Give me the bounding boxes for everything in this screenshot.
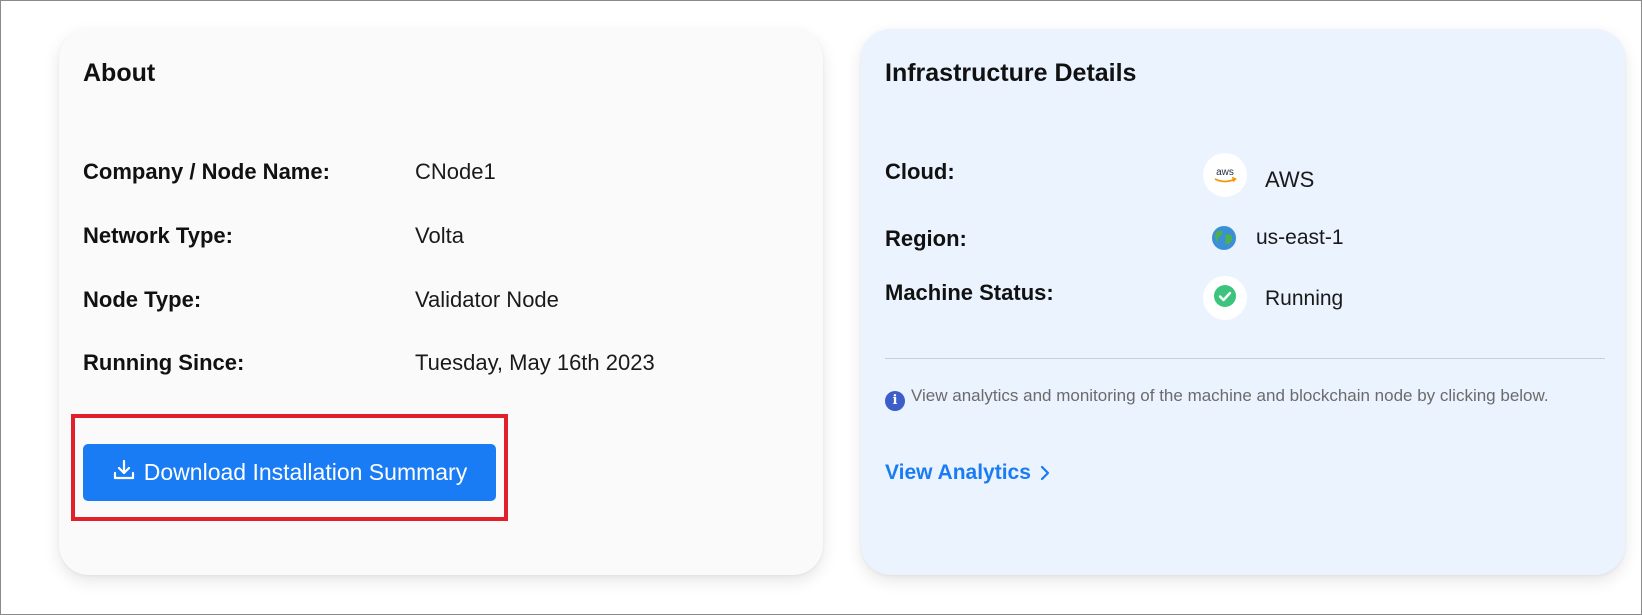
analytics-info-text: i View analytics and monitoring of the ma… bbox=[885, 385, 1605, 411]
chevron-right-icon bbox=[1039, 464, 1051, 482]
aws-logo-text: aws bbox=[1216, 167, 1234, 178]
machine-status-value: Running bbox=[1265, 287, 1344, 310]
infrastructure-card: Infrastructure Details Cloud: aws AWS Re… bbox=[861, 29, 1625, 575]
check-circle-icon bbox=[1213, 284, 1237, 313]
globe-icon bbox=[1211, 225, 1237, 256]
cloud-value: AWS bbox=[1265, 167, 1315, 192]
info-icon: i bbox=[885, 391, 905, 411]
cloud-label: Cloud: bbox=[885, 159, 955, 184]
running-since-label: Running Since: bbox=[83, 350, 245, 375]
view-analytics-label: View Analytics bbox=[885, 461, 1031, 484]
region-value: us-east-1 bbox=[1256, 226, 1344, 249]
divider bbox=[885, 358, 1605, 359]
running-since-value: Tuesday, May 16th 2023 bbox=[415, 350, 655, 375]
node-type-label: Node Type: bbox=[83, 287, 202, 312]
download-button-label: Download Installation Summary bbox=[143, 459, 468, 485]
view-analytics-link[interactable]: View Analytics bbox=[885, 461, 1051, 485]
aws-logo-icon: aws bbox=[1203, 153, 1247, 197]
download-icon bbox=[112, 458, 144, 488]
node-name-value: CNode1 bbox=[415, 159, 496, 184]
infrastructure-title: Infrastructure Details bbox=[885, 59, 1137, 87]
machine-status-label: Machine Status: bbox=[885, 280, 1054, 305]
page-frame: About Company / Node Name: CNode1 Networ… bbox=[0, 0, 1642, 615]
info-text: View analytics and monitoring of the mac… bbox=[911, 386, 1549, 405]
region-label: Region: bbox=[885, 226, 967, 251]
about-title: About bbox=[83, 59, 156, 87]
node-type-value: Validator Node bbox=[415, 287, 559, 312]
network-type-value: Volta bbox=[415, 223, 464, 248]
status-icon-wrapper bbox=[1203, 276, 1247, 320]
node-name-label: Company / Node Name: bbox=[83, 159, 330, 184]
network-type-label: Network Type: bbox=[83, 223, 233, 248]
download-installation-summary-button[interactable]: Download Installation Summary bbox=[83, 444, 496, 501]
